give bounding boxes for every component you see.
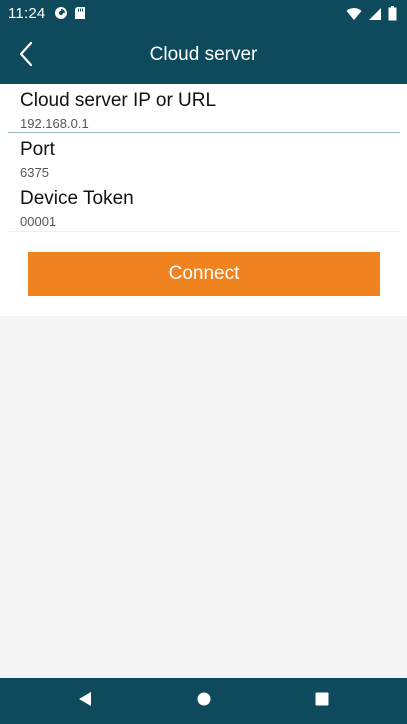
nav-home-button[interactable]	[193, 690, 215, 712]
port-field[interactable]: Port 6375	[8, 133, 400, 182]
field-label: Cloud server IP or URL	[20, 90, 217, 111]
navigation-bar	[0, 678, 407, 724]
field-label: Device Token	[20, 188, 134, 209]
sd-card-icon	[74, 6, 86, 25]
field-value: 6375	[20, 165, 49, 180]
settings-form: Cloud server IP or URL 192.168.0.1 Port …	[0, 84, 407, 316]
page-title: Cloud server	[149, 44, 258, 65]
field-value: 192.168.0.1	[20, 116, 89, 131]
nav-recents-button[interactable]	[311, 690, 333, 712]
data-saver-icon	[54, 6, 68, 25]
nav-back-button[interactable]	[74, 690, 96, 712]
back-triangle-icon	[77, 691, 93, 712]
status-right-icons	[346, 6, 397, 26]
cloud-server-url-field[interactable]: Cloud server IP or URL 192.168.0.1	[8, 84, 400, 133]
field-label: Port	[20, 139, 55, 160]
wifi-icon	[346, 7, 362, 26]
battery-icon	[388, 6, 397, 26]
recents-square-icon	[314, 691, 330, 712]
app-bar: Cloud server	[0, 28, 407, 84]
home-circle-icon	[196, 691, 212, 712]
status-time: 11:24	[8, 5, 46, 22]
signal-icon	[368, 7, 382, 26]
field-value: 00001	[20, 214, 57, 229]
status-bar: 11:24	[0, 0, 407, 28]
device-token-field[interactable]: Device Token 00001	[8, 182, 400, 232]
status-left-icons	[54, 6, 86, 25]
field-divider	[8, 231, 400, 232]
connect-button[interactable]: Connect	[28, 252, 380, 296]
screen: 11:24 Cloud server Cloud server IP or UR…	[0, 0, 407, 724]
